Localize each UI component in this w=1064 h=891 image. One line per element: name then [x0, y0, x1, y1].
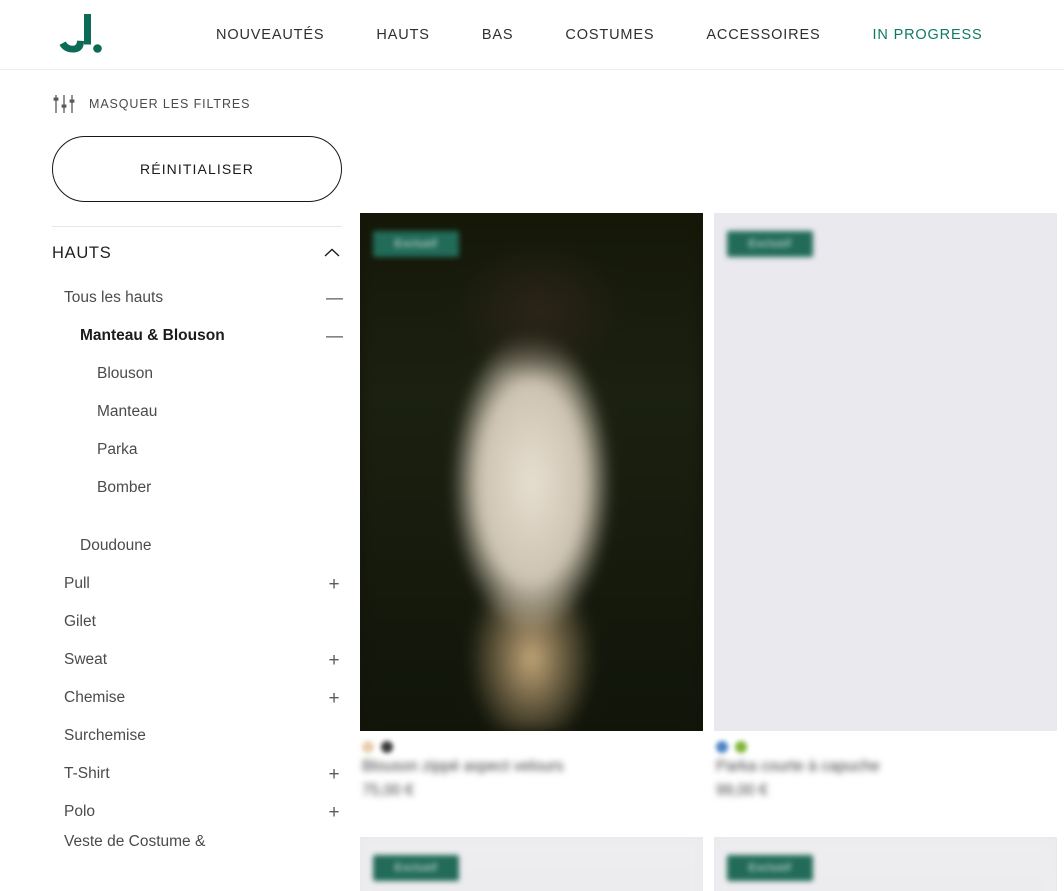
- filter-item-sign: —: [326, 327, 343, 346]
- color-swatch[interactable]: [362, 741, 374, 753]
- nav-item-accessoires[interactable]: ACCESSOIRES: [680, 0, 846, 70]
- chevron-up-icon: [324, 248, 340, 257]
- filter-item-t-shirt[interactable]: T-Shirt +: [52, 755, 342, 793]
- status-badge-label: Exclusif: [394, 238, 438, 250]
- product-image[interactable]: Exclusif: [360, 213, 703, 731]
- status-badge-label: Exclusif: [748, 238, 792, 250]
- filter-item-label: Gilet: [64, 613, 96, 630]
- filter-item-bomber[interactable]: Bomber: [52, 469, 342, 507]
- filter-list: Tous les hauts — Manteau & Blouson — Blo…: [52, 279, 343, 869]
- filter-item-sign: —: [326, 289, 343, 308]
- nav-item-nouveautes[interactable]: NOUVEAUTÉS: [190, 0, 350, 70]
- filter-item-label: Blouson: [97, 365, 154, 382]
- filter-item-label: Chemise: [64, 689, 126, 706]
- filter-item-label: Sweat: [64, 651, 108, 668]
- nav-item-in-progress[interactable]: IN PROGRESS: [847, 0, 1009, 70]
- filter-item-veste-de-costume[interactable]: Veste de Costume &: [52, 831, 342, 869]
- brand-logo[interactable]: [50, 8, 104, 62]
- filter-group-title: HAUTS: [52, 243, 112, 262]
- filter-item-label: Surchemise: [64, 727, 146, 744]
- filter-item-sign: +: [328, 763, 340, 785]
- filter-item-label: Manteau & Blouson: [80, 327, 225, 344]
- product-card[interactable]: Exclusif: [714, 837, 1057, 891]
- product-photo: [360, 213, 703, 731]
- filter-item-parka[interactable]: Parka: [52, 431, 342, 469]
- filter-item-blouson[interactable]: Blouson: [52, 355, 342, 393]
- sliders-icon: [53, 95, 75, 113]
- status-badge-label: Exclusif: [748, 862, 792, 875]
- status-badge: Exclusif: [727, 231, 813, 257]
- filter-item-sign: +: [328, 687, 340, 709]
- filter-item-tous-les-hauts[interactable]: Tous les hauts —: [52, 279, 343, 317]
- product-grid-area: Exclusif Blouson zippé aspect velours 75…: [343, 70, 1064, 891]
- hide-filters-toggle[interactable]: MASQUER LES FILTRES: [52, 70, 343, 116]
- filter-item-label: Bomber: [97, 479, 152, 496]
- filter-item-label: Tous les hauts: [64, 289, 164, 306]
- product-title: Parka courte à capuche: [716, 758, 880, 775]
- filter-item-polo[interactable]: Polo +: [52, 793, 342, 831]
- filter-item-surchemise[interactable]: Surchemise: [52, 717, 342, 755]
- filter-item-label: Manteau: [97, 403, 158, 420]
- product-title: Blouson zippé aspect velours: [362, 758, 564, 775]
- filter-group-hauts[interactable]: HAUTS: [52, 227, 342, 279]
- product-card[interactable]: Exclusif Blouson zippé aspect velours 75…: [360, 213, 703, 803]
- hide-filters-label: MASQUER LES FILTRES: [89, 97, 251, 111]
- status-badge: Exclusif: [727, 855, 813, 882]
- page-body: MASQUER LES FILTRES RÉINITIALISER HAUTS …: [0, 70, 1064, 891]
- product-price: 75,00 €: [362, 782, 414, 800]
- filter-item-label: Polo: [64, 803, 96, 820]
- color-swatch-row[interactable]: [714, 731, 1057, 755]
- nav-item-hauts[interactable]: HAUTS: [350, 0, 455, 70]
- product-image[interactable]: Exclusif: [714, 837, 1057, 891]
- filter-item-label: Parka: [97, 441, 138, 458]
- product-card[interactable]: Exclusif: [360, 837, 703, 891]
- filter-item-sign: +: [328, 649, 340, 671]
- filter-item-label: T-Shirt: [64, 765, 110, 782]
- filter-item-sweat[interactable]: Sweat +: [52, 641, 342, 679]
- product-grid: Exclusif Blouson zippé aspect velours 75…: [360, 213, 1064, 891]
- product-image[interactable]: Exclusif: [360, 837, 703, 891]
- product-card[interactable]: Exclusif Parka courte à capuche 99,00 €: [714, 213, 1057, 803]
- product-photo: [714, 213, 1057, 731]
- status-badge: Exclusif: [373, 855, 459, 882]
- color-swatch[interactable]: [381, 741, 393, 753]
- filter-item-sign: +: [328, 573, 340, 595]
- status-badge: Exclusif: [373, 231, 459, 257]
- filter-item-manteau[interactable]: Manteau: [52, 393, 342, 431]
- filter-item-sign: +: [328, 801, 340, 823]
- filter-item-label: Veste de Costume &: [64, 833, 206, 850]
- filter-item-pull[interactable]: Pull +: [52, 565, 342, 603]
- site-header: NOUVEAUTÉS HAUTS BAS COSTUMES ACCESSOIRE…: [0, 0, 1064, 70]
- filter-item-gilet[interactable]: Gilet: [52, 603, 342, 641]
- status-badge-label: Exclusif: [394, 862, 438, 875]
- color-swatch[interactable]: [716, 741, 728, 753]
- filter-sidebar: MASQUER LES FILTRES RÉINITIALISER HAUTS …: [0, 70, 343, 891]
- main-nav: NOUVEAUTÉS HAUTS BAS COSTUMES ACCESSOIRE…: [190, 0, 1009, 70]
- filter-item-manteau-blouson[interactable]: Manteau & Blouson —: [52, 317, 343, 355]
- product-price: 99,00 €: [716, 782, 768, 800]
- filter-item-doudoune[interactable]: Doudoune: [52, 527, 342, 565]
- color-swatch[interactable]: [735, 741, 747, 753]
- filter-item-chemise[interactable]: Chemise +: [52, 679, 342, 717]
- product-image[interactable]: Exclusif: [714, 213, 1057, 731]
- filter-item-label: Pull: [64, 575, 90, 592]
- nav-item-bas[interactable]: BAS: [456, 0, 540, 70]
- logo-j-icon: [59, 14, 102, 53]
- nav-item-costumes[interactable]: COSTUMES: [539, 0, 680, 70]
- filter-item-label: Doudoune: [80, 537, 152, 554]
- reset-filters-button[interactable]: RÉINITIALISER: [52, 136, 342, 202]
- color-swatch-row[interactable]: [360, 731, 703, 755]
